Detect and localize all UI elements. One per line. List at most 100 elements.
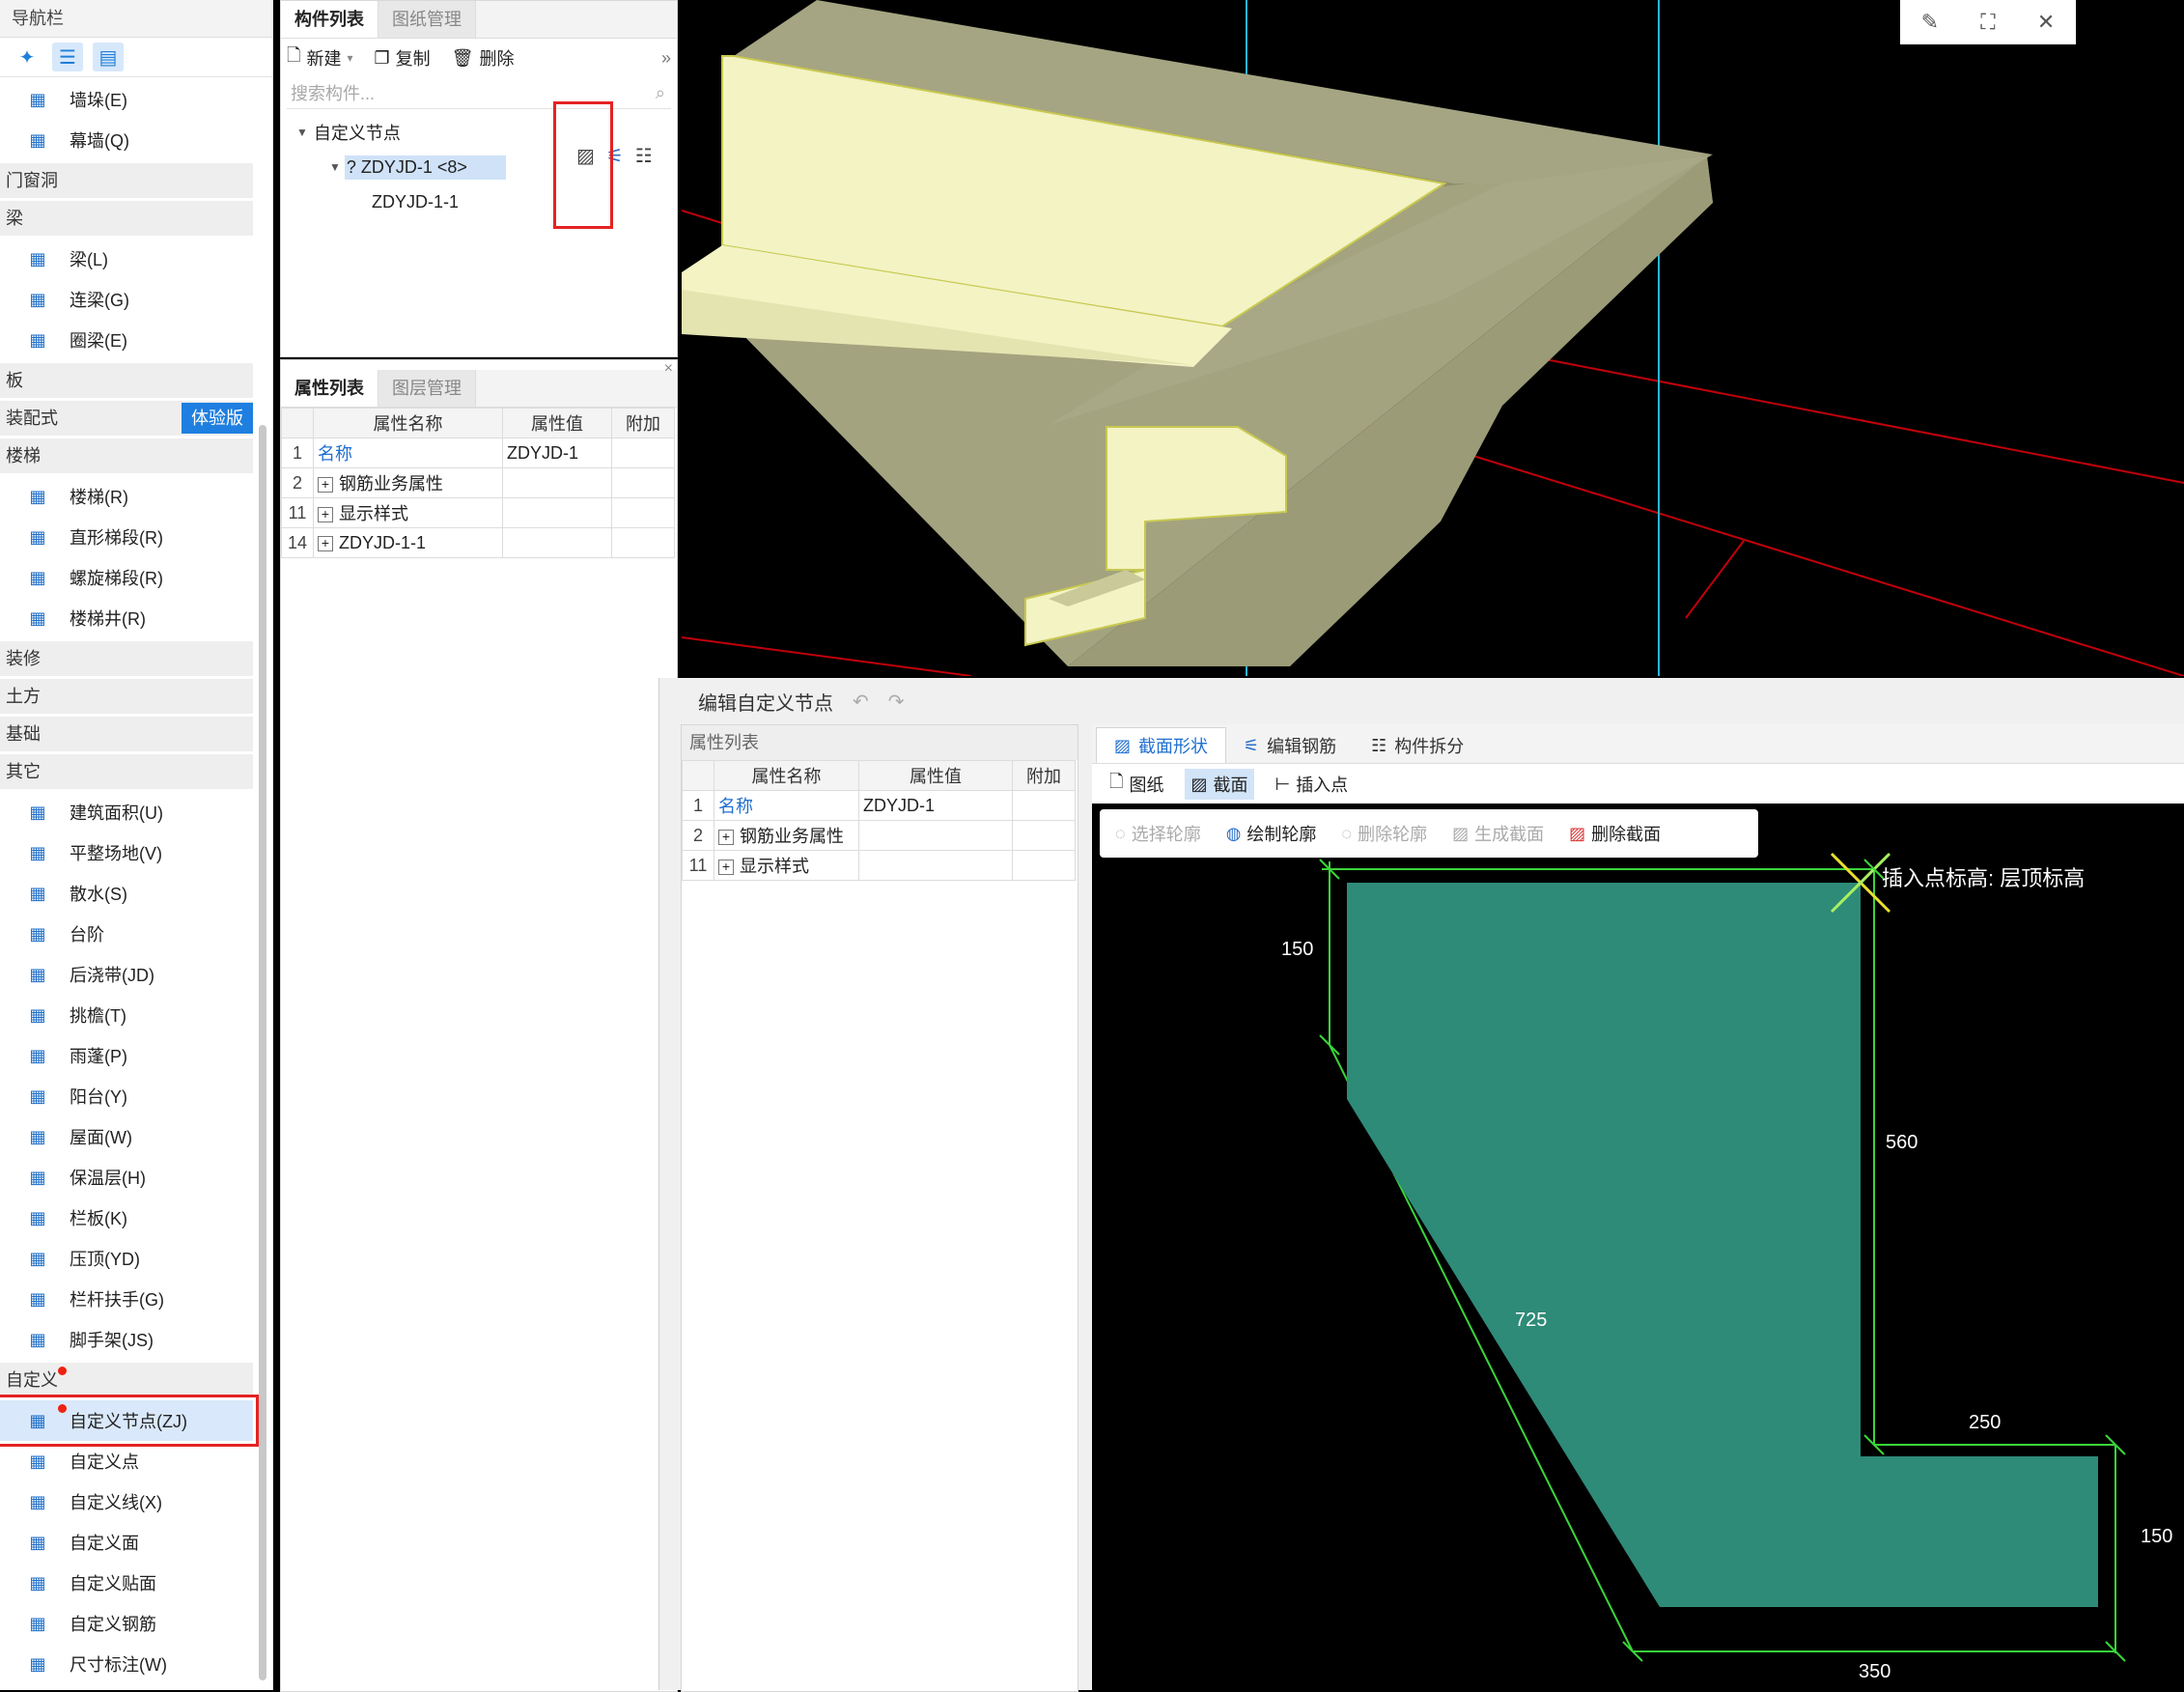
select-contour-button[interactable]: ◌ 选择轮廓 xyxy=(1115,821,1201,846)
nav-item-link-beam[interactable]: ▦ 连梁(G) xyxy=(0,279,253,320)
scan-icon[interactable]: ⛶ xyxy=(1980,10,1995,35)
property-value[interactable]: ZDYJD-1 xyxy=(502,437,612,468)
nav-item-custom-node[interactable]: ▦ 自定义节点(ZJ) xyxy=(0,1395,259,1447)
property-extra[interactable] xyxy=(611,497,675,528)
property-extra[interactable] xyxy=(1012,820,1076,851)
nav-item-custom-face[interactable]: ▦ 自定义面 xyxy=(0,1522,253,1563)
property-row[interactable]: 2 + 钢筋业务属性 xyxy=(682,820,1076,851)
nav-item-post-pour-strip[interactable]: ▦ 后浇带(JD) xyxy=(0,954,253,995)
nav-category[interactable]: 自定义 xyxy=(0,1363,253,1397)
nav-item-canopy[interactable]: ▦ 雨蓬(P) xyxy=(0,1035,253,1076)
nav-item-balcony[interactable]: ▦ 阳台(Y) xyxy=(0,1076,253,1116)
property-value[interactable] xyxy=(858,850,1013,881)
close-icon[interactable]: × xyxy=(664,360,673,378)
insert-point-button[interactable]: ⊢ 插入点 xyxy=(1270,769,1355,800)
copy-button[interactable]: ❐ 复制 xyxy=(375,45,431,70)
property-extra[interactable] xyxy=(611,527,675,558)
nav-scrollbar[interactable] xyxy=(259,425,266,1680)
edit-note-icon[interactable]: ✎ xyxy=(1921,10,1939,35)
nav-category[interactable]: 其它 xyxy=(0,754,253,789)
split-component-icon[interactable]: ☷ xyxy=(635,144,653,168)
tab-edit-rebar[interactable]: ⚟ 编辑钢筋 xyxy=(1226,728,1354,763)
expand-icon[interactable]: + xyxy=(318,507,333,523)
trial-badge[interactable]: 体验版 xyxy=(182,403,253,434)
nav-category[interactable]: 板 xyxy=(0,363,253,398)
property-value[interactable] xyxy=(502,467,612,498)
nav-item-custom-facing[interactable]: ▦ 自定义贴面 xyxy=(0,1563,253,1603)
nav-item-railing[interactable]: ▦ 栏杆扶手(G) xyxy=(0,1279,253,1319)
drawing-button[interactable]: 🗋 图纸 xyxy=(1104,767,1169,802)
close-window-icon[interactable]: ✕ xyxy=(2037,10,2055,35)
property-extra[interactable] xyxy=(611,467,675,498)
section-button[interactable]: ▨ 截面 xyxy=(1185,769,1254,800)
nav-item-building-area[interactable]: ▦ 建筑面积(U) xyxy=(0,792,253,832)
nav-item-custom-rebar[interactable]: ▦ 自定义钢筋 xyxy=(0,1603,253,1644)
nav-item-curtain-wall[interactable]: ▦ 幕墙(Q) xyxy=(0,120,253,160)
nav-item-apron[interactable]: ▦ 散水(S) xyxy=(0,873,253,914)
nav-category[interactable]: 门窗洞 xyxy=(0,163,253,198)
nav-category[interactable]: 装配式 体验版 xyxy=(0,401,253,436)
nav-item-custom-point[interactable]: ▦ 自定义点 xyxy=(0,1441,253,1481)
nav-item-custom-line[interactable]: ▦ 自定义线(X) xyxy=(0,1481,253,1522)
expand-icon[interactable]: + xyxy=(718,830,734,846)
expand-icon[interactable]: + xyxy=(318,535,333,551)
property-row[interactable]: 2 + 钢筋业务属性 xyxy=(281,467,675,498)
property-value[interactable]: ZDYJD-1 xyxy=(858,790,1013,821)
nav-category[interactable]: 楼梯 xyxy=(0,438,253,473)
property-row[interactable]: 11 + 显示样式 xyxy=(281,497,675,528)
property-row[interactable]: 11 + 显示样式 xyxy=(682,850,1076,881)
delete-section-button[interactable]: ▨ 删除截面 xyxy=(1569,821,1661,846)
nav-item-straight-flight[interactable]: ▦ 直形梯段(R) xyxy=(0,517,253,557)
delete-contour-button[interactable]: ◌ 删除轮廓 xyxy=(1341,821,1427,846)
nav-item-insulation[interactable]: ▦ 保温层(H) xyxy=(0,1157,253,1198)
nav-item-beam[interactable]: ▦ 梁(L) xyxy=(0,239,253,279)
nav-category[interactable]: 梁 xyxy=(0,201,253,236)
list-view-icon[interactable]: ☰ xyxy=(52,42,83,71)
collapse-arrow-icon[interactable]: ▼ xyxy=(329,160,341,174)
tab-component-list[interactable]: 构件列表 xyxy=(281,1,378,38)
property-extra[interactable] xyxy=(1012,790,1076,821)
nav-item-ring-beam[interactable]: ▦ 圈梁(E) xyxy=(0,320,253,360)
property-value[interactable] xyxy=(502,527,612,558)
expand-icon[interactable]: + xyxy=(718,860,734,876)
property-row[interactable]: 14 + ZDYJD-1-1 xyxy=(281,527,675,558)
expand-icon[interactable]: + xyxy=(318,477,333,494)
nav-item-scaffold[interactable]: ▦ 脚手架(JS) xyxy=(0,1319,253,1360)
new-button[interactable]: 🗋 新建 ▾ xyxy=(287,43,353,72)
3d-viewport[interactable] xyxy=(682,0,2184,676)
nav-item-site-leveling[interactable]: ▦ 平整场地(V) xyxy=(0,832,253,873)
property-value[interactable] xyxy=(502,497,612,528)
redo-icon[interactable]: ↷ xyxy=(888,690,905,714)
tree-leaf[interactable]: ZDYJD-1-1 xyxy=(281,184,677,219)
property-row[interactable]: 1 名称 ZDYJD-1 xyxy=(281,437,675,468)
tab-split-component[interactable]: ☷ 构件拆分 xyxy=(1354,728,1481,763)
nav-category[interactable]: 土方 xyxy=(0,679,253,714)
collapse-arrow-icon[interactable]: ▼ xyxy=(296,126,308,139)
nav-item-coping[interactable]: ▦ 压顶(YD) xyxy=(0,1238,253,1279)
property-value[interactable] xyxy=(858,820,1013,851)
tab-layer-management[interactable]: 图层管理 xyxy=(378,370,476,407)
nav-item-eave[interactable]: ▦ 挑檐(T) xyxy=(0,995,253,1035)
nav-item-spiral-flight[interactable]: ▦ 螺旋梯段(R) xyxy=(0,557,253,598)
nav-item-parapet-panel[interactable]: ▦ 栏板(K) xyxy=(0,1198,253,1238)
property-row[interactable]: 1 名称 ZDYJD-1 xyxy=(682,790,1076,821)
property-extra[interactable] xyxy=(1012,850,1076,881)
nav-item-roof[interactable]: ▦ 屋面(W) xyxy=(0,1116,253,1157)
section-canvas[interactable]: 560 150 560 725 250 150 350 插入点标高: 层顶标高 … xyxy=(1092,804,2184,1690)
nav-item-stair[interactable]: ▦ 楼梯(R) xyxy=(0,476,253,517)
component-search[interactable]: 搜索构件... ⌕ xyxy=(287,77,671,109)
nav-item-wall-pier[interactable]: ▦ 墙垛(E) xyxy=(0,79,253,120)
tab-section-shape[interactable]: ▨ 截面形状 xyxy=(1096,727,1227,763)
search-input[interactable]: 搜索构件... xyxy=(291,80,375,105)
property-extra[interactable] xyxy=(611,437,675,468)
tab-property-list[interactable]: 属性列表 xyxy=(281,370,378,407)
delete-button[interactable]: 🗑 删除 xyxy=(452,45,515,70)
nav-item-steps[interactable]: ▦ 台阶 xyxy=(0,914,253,954)
generate-section-button[interactable]: ▨ 生成截面 xyxy=(1452,821,1544,846)
nav-item-stair-well[interactable]: ▦ 楼梯井(R) xyxy=(0,598,253,638)
nav-category[interactable]: 基础 xyxy=(0,717,253,751)
more-icon[interactable]: » xyxy=(661,48,671,69)
nav-item-dimension[interactable]: ▦ 尺寸标注(W) xyxy=(0,1644,253,1684)
undo-icon[interactable]: ↶ xyxy=(853,690,869,714)
tab-drawing-management[interactable]: 图纸管理 xyxy=(378,1,476,38)
